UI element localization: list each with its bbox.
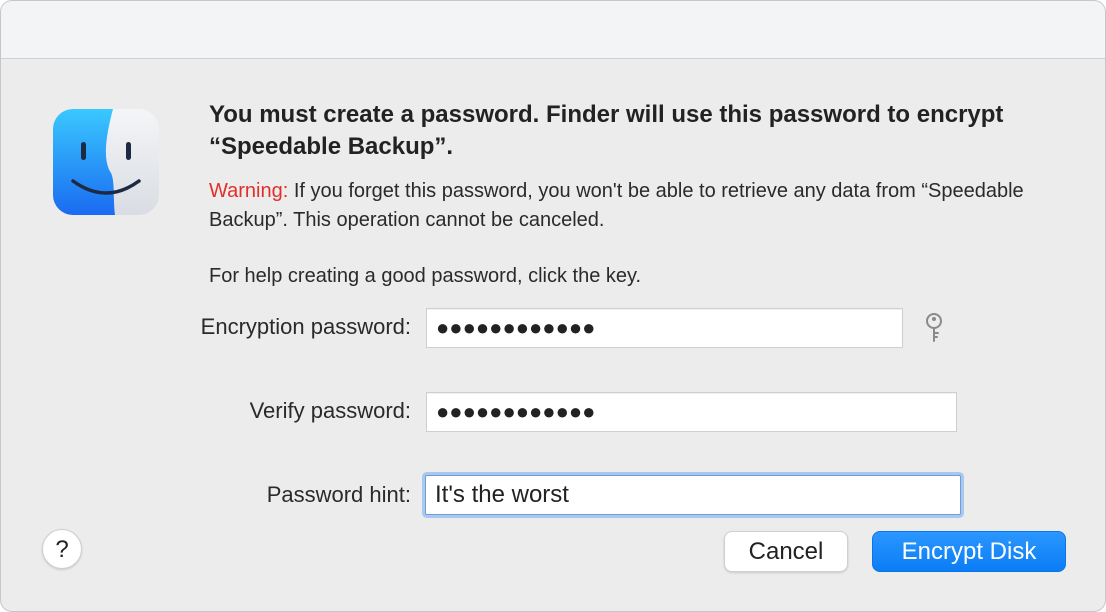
encryption-password-field[interactable]: ●●●●●●●●●●●● xyxy=(426,308,903,348)
help-button[interactable]: ? xyxy=(42,529,82,569)
warning-message: Warning: If you forget this password, yo… xyxy=(209,177,1029,235)
key-icon[interactable] xyxy=(921,312,947,344)
verify-password-field[interactable]: ●●●●●●●●●●●● xyxy=(426,392,957,432)
title-bar xyxy=(1,1,1105,59)
dialog-headline: You must create a password. Finder will … xyxy=(209,101,1004,160)
question-mark-icon: ? xyxy=(55,536,69,563)
verify-password-label: Verify password: xyxy=(249,398,411,423)
encryption-password-label: Encryption password: xyxy=(200,314,411,339)
warning-body: If you forget this password, you won't b… xyxy=(209,180,1024,231)
finder-icon xyxy=(53,109,159,215)
encrypt-disk-button[interactable]: Encrypt Disk xyxy=(872,531,1066,572)
password-hint-label: Password hint: xyxy=(266,482,411,507)
warning-label: Warning: xyxy=(209,180,289,202)
encryption-dialog: You must create a password. Finder will … xyxy=(0,0,1106,612)
help-text: For help creating a good password, click… xyxy=(209,265,642,287)
password-hint-field[interactable]: It's the worst xyxy=(425,475,961,515)
cancel-button[interactable]: Cancel xyxy=(724,531,848,572)
